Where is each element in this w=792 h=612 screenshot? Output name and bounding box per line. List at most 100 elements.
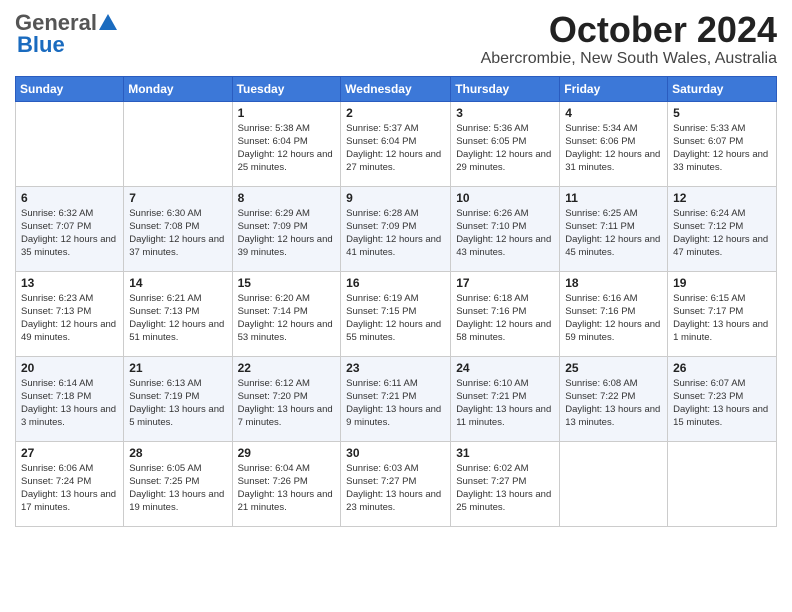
day-number: 13 — [21, 276, 118, 290]
calendar-week-1: 1 Sunrise: 5:38 AMSunset: 6:04 PMDaylight… — [16, 101, 777, 186]
day-number: 18 — [565, 276, 662, 290]
calendar-table: SundayMondayTuesdayWednesdayThursdayFrid… — [15, 76, 777, 527]
day-detail: Sunrise: 6:05 AMSunset: 7:25 PMDaylight:… — [129, 462, 226, 515]
day-detail: Sunrise: 6:12 AMSunset: 7:20 PMDaylight:… — [238, 377, 336, 430]
day-detail: Sunrise: 6:32 AMSunset: 7:07 PMDaylight:… — [21, 207, 118, 260]
column-header-tuesday: Tuesday — [232, 76, 341, 101]
logo-icon — [97, 12, 119, 34]
calendar-cell: 7 Sunrise: 6:30 AMSunset: 7:08 PMDaylight… — [124, 186, 232, 271]
day-number: 11 — [565, 191, 662, 205]
calendar-cell — [124, 101, 232, 186]
calendar-cell: 20 Sunrise: 6:14 AMSunset: 7:18 PMDayligh… — [16, 356, 124, 441]
column-header-sunday: Sunday — [16, 76, 124, 101]
day-detail: Sunrise: 5:33 AMSunset: 6:07 PMDaylight:… — [673, 122, 771, 175]
calendar-week-4: 20 Sunrise: 6:14 AMSunset: 7:18 PMDayligh… — [16, 356, 777, 441]
day-detail: Sunrise: 6:23 AMSunset: 7:13 PMDaylight:… — [21, 292, 118, 345]
calendar-cell: 18 Sunrise: 6:16 AMSunset: 7:16 PMDayligh… — [560, 271, 668, 356]
day-detail: Sunrise: 6:21 AMSunset: 7:13 PMDaylight:… — [129, 292, 226, 345]
page-header: General Blue October 2024 Abercrombie, N… — [15, 10, 777, 68]
calendar-cell — [668, 441, 777, 526]
calendar-cell: 30 Sunrise: 6:03 AMSunset: 7:27 PMDayligh… — [341, 441, 451, 526]
day-number: 26 — [673, 361, 771, 375]
day-detail: Sunrise: 5:36 AMSunset: 6:05 PMDaylight:… — [456, 122, 554, 175]
day-detail: Sunrise: 6:20 AMSunset: 7:14 PMDaylight:… — [238, 292, 336, 345]
column-header-thursday: Thursday — [451, 76, 560, 101]
location-title: Abercrombie, New South Wales, Australia — [481, 50, 777, 68]
day-number: 31 — [456, 446, 554, 460]
day-detail: Sunrise: 6:26 AMSunset: 7:10 PMDaylight:… — [456, 207, 554, 260]
calendar-cell: 31Sunrise: 6:02 AMSunset: 7:27 PMDayligh… — [451, 441, 560, 526]
day-detail: Sunrise: 6:03 AMSunset: 7:27 PMDaylight:… — [346, 462, 445, 515]
day-detail: Sunrise: 6:04 AMSunset: 7:26 PMDaylight:… — [238, 462, 336, 515]
logo: General Blue — [15, 10, 119, 58]
day-number: 14 — [129, 276, 226, 290]
day-detail: Sunrise: 6:30 AMSunset: 7:08 PMDaylight:… — [129, 207, 226, 260]
day-number: 7 — [129, 191, 226, 205]
day-number: 9 — [346, 191, 445, 205]
calendar-cell — [560, 441, 668, 526]
calendar-cell: 28Sunrise: 6:05 AMSunset: 7:25 PMDayligh… — [124, 441, 232, 526]
day-detail: Sunrise: 6:19 AMSunset: 7:15 PMDaylight:… — [346, 292, 445, 345]
day-detail: Sunrise: 6:29 AMSunset: 7:09 PMDaylight:… — [238, 207, 336, 260]
day-detail: Sunrise: 6:06 AMSunset: 7:24 PMDaylight:… — [21, 462, 118, 515]
day-number: 16 — [346, 276, 445, 290]
day-number: 1 — [238, 106, 336, 120]
calendar-cell: 21 Sunrise: 6:13 AMSunset: 7:19 PMDayligh… — [124, 356, 232, 441]
day-number: 15 — [238, 276, 336, 290]
column-header-friday: Friday — [560, 76, 668, 101]
day-detail: Sunrise: 5:38 AMSunset: 6:04 PMDaylight:… — [238, 122, 336, 175]
day-detail: Sunrise: 6:15 AMSunset: 7:17 PMDaylight:… — [673, 292, 771, 345]
calendar-cell: 6 Sunrise: 6:32 AMSunset: 7:07 PMDaylight… — [16, 186, 124, 271]
day-number: 23 — [346, 361, 445, 375]
day-detail: Sunrise: 6:16 AMSunset: 7:16 PMDaylight:… — [565, 292, 662, 345]
calendar-cell: 25 Sunrise: 6:08 AMSunset: 7:22 PMDayligh… — [560, 356, 668, 441]
calendar-week-3: 13 Sunrise: 6:23 AMSunset: 7:13 PMDayligh… — [16, 271, 777, 356]
calendar-cell: 14 Sunrise: 6:21 AMSunset: 7:13 PMDayligh… — [124, 271, 232, 356]
calendar-header-row: SundayMondayTuesdayWednesdayThursdayFrid… — [16, 76, 777, 101]
day-number: 25 — [565, 361, 662, 375]
calendar-cell: 29 Sunrise: 6:04 AMSunset: 7:26 PMDayligh… — [232, 441, 341, 526]
calendar-cell: 16 Sunrise: 6:19 AMSunset: 7:15 PMDayligh… — [341, 271, 451, 356]
day-number: 6 — [21, 191, 118, 205]
day-number: 30 — [346, 446, 445, 460]
day-number: 12 — [673, 191, 771, 205]
calendar-cell: 5 Sunrise: 5:33 AMSunset: 6:07 PMDaylight… — [668, 101, 777, 186]
day-detail: Sunrise: 6:10 AMSunset: 7:21 PMDaylight:… — [456, 377, 554, 430]
day-detail: Sunrise: 6:13 AMSunset: 7:19 PMDaylight:… — [129, 377, 226, 430]
calendar-cell: 4Sunrise: 5:34 AMSunset: 6:06 PMDaylight… — [560, 101, 668, 186]
calendar-cell: 17 Sunrise: 6:18 AMSunset: 7:16 PMDayligh… — [451, 271, 560, 356]
calendar-cell: 9Sunrise: 6:28 AMSunset: 7:09 PMDaylight… — [341, 186, 451, 271]
day-number: 21 — [129, 361, 226, 375]
calendar-cell: 19 Sunrise: 6:15 AMSunset: 7:17 PMDayligh… — [668, 271, 777, 356]
day-number: 3 — [456, 106, 554, 120]
calendar-week-2: 6 Sunrise: 6:32 AMSunset: 7:07 PMDaylight… — [16, 186, 777, 271]
calendar-cell: 13 Sunrise: 6:23 AMSunset: 7:13 PMDayligh… — [16, 271, 124, 356]
day-number: 20 — [21, 361, 118, 375]
day-detail: Sunrise: 6:24 AMSunset: 7:12 PMDaylight:… — [673, 207, 771, 260]
day-detail: Sunrise: 6:25 AMSunset: 7:11 PMDaylight:… — [565, 207, 662, 260]
day-number: 17 — [456, 276, 554, 290]
column-header-saturday: Saturday — [668, 76, 777, 101]
day-detail: Sunrise: 5:34 AMSunset: 6:06 PMDaylight:… — [565, 122, 662, 175]
day-detail: Sunrise: 6:18 AMSunset: 7:16 PMDaylight:… — [456, 292, 554, 345]
day-number: 10 — [456, 191, 554, 205]
title-section: October 2024 Abercrombie, New South Wale… — [481, 10, 777, 68]
day-number: 8 — [238, 191, 336, 205]
logo-blue-text: Blue — [17, 32, 65, 57]
day-number: 5 — [673, 106, 771, 120]
day-number: 19 — [673, 276, 771, 290]
column-header-monday: Monday — [124, 76, 232, 101]
calendar-cell: 10 Sunrise: 6:26 AMSunset: 7:10 PMDayligh… — [451, 186, 560, 271]
day-number: 29 — [238, 446, 336, 460]
day-detail: Sunrise: 6:08 AMSunset: 7:22 PMDaylight:… — [565, 377, 662, 430]
calendar-cell: 26Sunrise: 6:07 AMSunset: 7:23 PMDayligh… — [668, 356, 777, 441]
month-title: October 2024 — [481, 10, 777, 50]
day-detail: Sunrise: 5:37 AMSunset: 6:04 PMDaylight:… — [346, 122, 445, 175]
day-detail: Sunrise: 6:11 AMSunset: 7:21 PMDaylight:… — [346, 377, 445, 430]
calendar-cell: 15 Sunrise: 6:20 AMSunset: 7:14 PMDayligh… — [232, 271, 341, 356]
day-detail: Sunrise: 6:14 AMSunset: 7:18 PMDaylight:… — [21, 377, 118, 430]
calendar-cell: 8 Sunrise: 6:29 AMSunset: 7:09 PMDaylight… — [232, 186, 341, 271]
calendar-week-5: 27Sunrise: 6:06 AMSunset: 7:24 PMDayligh… — [16, 441, 777, 526]
calendar-cell: 1 Sunrise: 5:38 AMSunset: 6:04 PMDaylight… — [232, 101, 341, 186]
calendar-cell: 2Sunrise: 5:37 AMSunset: 6:04 PMDaylight… — [341, 101, 451, 186]
